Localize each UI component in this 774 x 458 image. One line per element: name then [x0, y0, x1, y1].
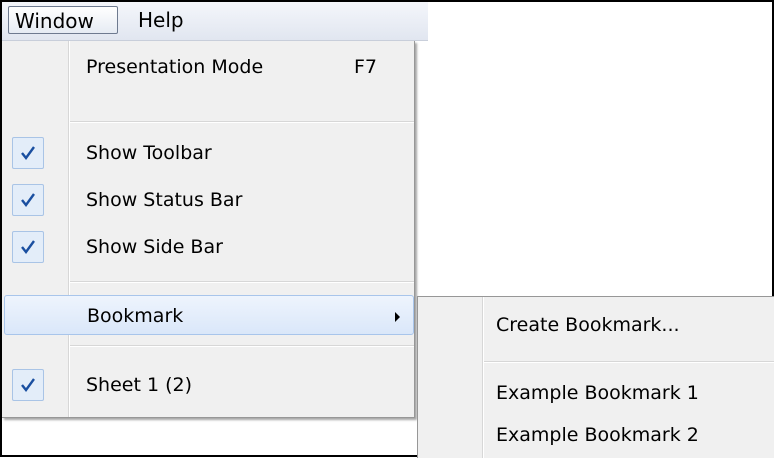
window-menu-dropdown: Presentation Mode F7 Show Toolbar Show S… — [2, 41, 415, 418]
menu-bar: Window Help — [2, 2, 428, 41]
bookmark-submenu: Create Bookmark... Example Bookmark 1 Ex… — [417, 296, 774, 458]
submenu-separator — [484, 361, 774, 363]
submenu-item-example-bookmark-1[interactable]: Example Bookmark 1 — [418, 373, 774, 413]
menu-item-sheet-1[interactable]: Sheet 1 (2) — [2, 365, 414, 405]
menu-item-shortcut: F7 — [354, 56, 378, 78]
submenu-item-label: Example Bookmark 2 — [496, 424, 699, 446]
submenu-item-label: Create Bookmark... — [496, 314, 680, 336]
menu-item-show-status-bar[interactable]: Show Status Bar — [2, 180, 414, 220]
menu-separator — [70, 121, 414, 123]
checkmark-icon — [12, 369, 44, 401]
menu-item-label: Sheet 1 (2) — [86, 374, 193, 396]
menu-separator — [70, 281, 414, 283]
checkmark-icon — [12, 231, 44, 263]
menu-item-label: Show Side Bar — [86, 236, 223, 258]
checkmark-icon — [12, 137, 44, 169]
menu-separator — [70, 345, 414, 347]
checkmark-icon — [12, 184, 44, 216]
menu-item-show-side-bar[interactable]: Show Side Bar — [2, 227, 414, 267]
menu-item-presentation-mode[interactable]: Presentation Mode F7 — [2, 47, 414, 87]
submenu-arrow-icon — [395, 312, 400, 322]
menu-window[interactable]: Window — [8, 6, 118, 34]
submenu-item-create-bookmark[interactable]: Create Bookmark... — [418, 305, 774, 345]
menu-help[interactable]: Help — [132, 6, 190, 34]
submenu-item-label: Example Bookmark 1 — [496, 382, 699, 404]
submenu-item-example-bookmark-2[interactable]: Example Bookmark 2 — [418, 415, 774, 455]
menu-item-bookmark[interactable]: Bookmark — [4, 295, 414, 335]
menu-item-label: Show Status Bar — [86, 189, 243, 211]
menu-item-label: Bookmark — [87, 305, 184, 327]
menu-item-show-toolbar[interactable]: Show Toolbar — [2, 133, 414, 173]
menu-item-label: Presentation Mode — [86, 56, 264, 78]
menu-item-label: Show Toolbar — [86, 142, 212, 164]
